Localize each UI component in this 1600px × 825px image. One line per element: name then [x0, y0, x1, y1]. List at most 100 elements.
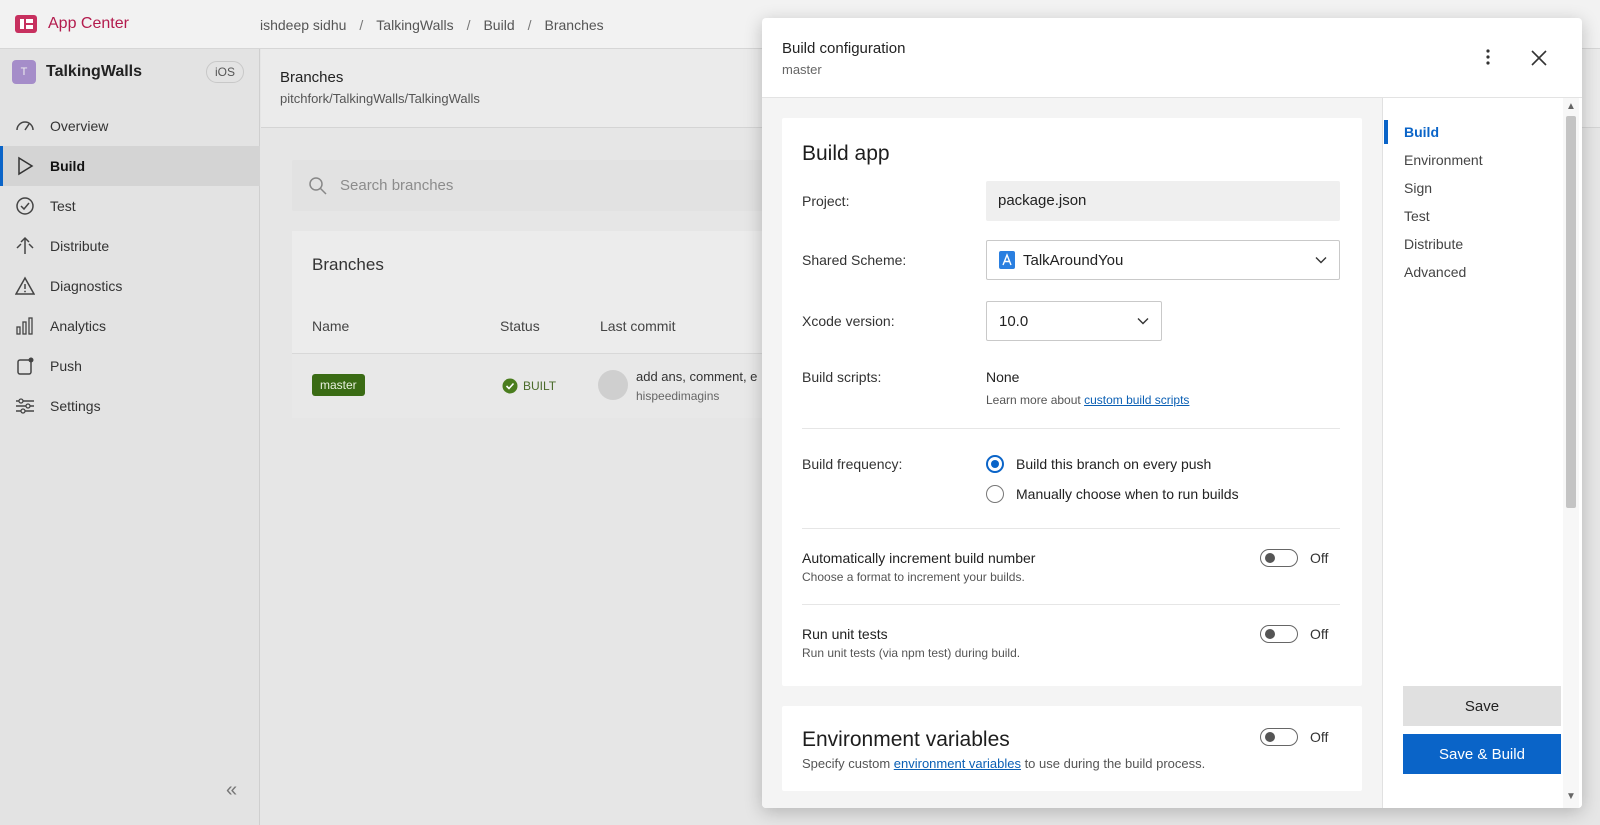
nav-advanced[interactable]: Advanced — [1384, 260, 1554, 284]
toggle-switch[interactable] — [1260, 625, 1298, 643]
sidebar-item-label: Analytics — [50, 318, 107, 334]
frequency-option-manual[interactable]: Manually choose when to run builds — [986, 485, 1239, 503]
radio-selected[interactable] — [986, 455, 1004, 473]
build-app-section: Build app Project: package.json Shared S… — [782, 118, 1362, 686]
scripts-label: Build scripts: — [802, 369, 882, 385]
sidebar: T TalkingWalls iOS Overview Build Test D… — [0, 49, 260, 825]
env-toggle[interactable]: Off — [1260, 728, 1328, 746]
toggle-state: Off — [1310, 729, 1329, 745]
sidebar-item-label: Test — [50, 198, 76, 214]
toggle-switch[interactable] — [1260, 728, 1298, 746]
bar-chart-icon — [14, 315, 36, 337]
breadcrumb-owner[interactable]: ishdeep sidhu — [260, 17, 346, 33]
nav-distribute[interactable]: Distribute — [1384, 232, 1554, 256]
scheme-value: TalkAroundYou — [1023, 251, 1124, 269]
radio-label: Manually choose when to run builds — [1016, 486, 1239, 502]
nav-environment[interactable]: Environment — [1384, 148, 1554, 172]
sidebar-item-test[interactable]: Test — [0, 186, 260, 226]
sliders-icon — [14, 395, 36, 417]
nav-test[interactable]: Test — [1384, 204, 1554, 228]
sidebar-nav: Overview Build Test Distribute Diagnosti… — [0, 106, 260, 426]
divider — [802, 428, 1340, 429]
app-avatar: T — [12, 60, 36, 84]
app-center-logo[interactable]: App Center — [14, 12, 129, 36]
breadcrumb: ishdeep sidhu / TalkingWalls / Build / B… — [260, 17, 604, 33]
scheme-label: Shared Scheme: — [802, 252, 907, 268]
custom-build-scripts-link[interactable]: custom build scripts — [1084, 393, 1189, 407]
sidebar-item-analytics[interactable]: Analytics — [0, 306, 260, 346]
search-icon — [309, 176, 327, 195]
scroll-down-icon[interactable]: ▼ — [1566, 791, 1576, 802]
sidebar-item-label: Push — [50, 358, 82, 374]
sidebar-item-diagnostics[interactable]: Diagnostics — [0, 266, 260, 306]
frequency-label: Build frequency: — [802, 456, 903, 472]
divider — [802, 604, 1340, 605]
search-placeholder: Search branches — [340, 177, 454, 194]
divider — [802, 528, 1340, 529]
nav-build[interactable]: Build — [1384, 120, 1554, 144]
scroll-up-icon[interactable]: ▲ — [1566, 101, 1576, 112]
repo-path: pitchfork/TalkingWalls/TalkingWalls — [280, 91, 480, 106]
build-configuration-panel: Build configuration master Build app Pro… — [762, 18, 1582, 808]
push-icon — [14, 355, 36, 377]
unit-tests-desc: Run unit tests (via npm test) during bui… — [802, 646, 1021, 660]
commit-message: add ans, comment, e — [636, 369, 758, 384]
breadcrumb-build[interactable]: Build — [483, 17, 514, 33]
sidebar-item-build[interactable]: Build — [0, 146, 260, 186]
table-row[interactable]: master BUILT add ans, comment, e hispeed… — [292, 353, 772, 418]
page-title: Branches — [280, 69, 344, 86]
panel-branch: master — [782, 62, 822, 77]
chevron-down-icon — [1137, 318, 1149, 325]
more-options-icon[interactable] — [1483, 48, 1493, 68]
sidebar-item-label: Settings — [50, 398, 101, 414]
app-selector[interactable]: T TalkingWalls iOS — [12, 59, 244, 85]
gauge-icon — [14, 115, 36, 137]
project-field: package.json — [986, 181, 1340, 221]
scripts-help: Learn more about custom build scripts — [986, 393, 1189, 407]
sidebar-item-overview[interactable]: Overview — [0, 106, 260, 146]
app-center-logo-icon — [15, 15, 37, 33]
unit-tests-toggle[interactable]: Off — [1260, 625, 1328, 643]
breadcrumb-separator: / — [466, 17, 471, 33]
close-icon[interactable] — [1529, 48, 1549, 68]
sidebar-item-push[interactable]: Push — [0, 346, 260, 386]
branch-tag[interactable]: master — [312, 374, 365, 396]
auto-increment-desc: Choose a format to increment your builds… — [802, 570, 1025, 584]
save-and-build-button[interactable]: Save & Build — [1403, 734, 1561, 774]
sidebar-item-distribute[interactable]: Distribute — [0, 226, 260, 266]
breadcrumb-app[interactable]: TalkingWalls — [376, 17, 453, 33]
section-title: Environment variables — [802, 728, 1010, 751]
xcode-app-icon — [999, 251, 1015, 269]
environment-variables-link[interactable]: environment variables — [894, 756, 1021, 771]
scheme-select[interactable]: TalkAroundYou — [986, 240, 1340, 280]
chevron-down-icon — [1315, 257, 1327, 264]
sidebar-item-label: Distribute — [50, 238, 110, 254]
xcode-select[interactable]: 10.0 — [986, 301, 1162, 341]
sidebar-item-label: Overview — [50, 118, 109, 134]
collapse-sidebar-icon[interactable]: « — [226, 779, 237, 802]
breadcrumb-separator: / — [527, 17, 532, 33]
column-header-status[interactable]: Status — [500, 318, 540, 334]
scrollbar[interactable]: ▲ ▼ — [1563, 98, 1579, 808]
save-button[interactable]: Save — [1403, 686, 1561, 726]
sidebar-item-label: Build — [50, 158, 85, 174]
sidebar-item-settings[interactable]: Settings — [0, 386, 260, 426]
unit-tests-title: Run unit tests — [802, 626, 888, 642]
brand-name: App Center — [48, 15, 129, 32]
nav-sign[interactable]: Sign — [1384, 176, 1554, 200]
column-header-last-commit[interactable]: Last commit — [600, 318, 675, 334]
warning-icon — [14, 275, 36, 297]
radio-unselected[interactable] — [986, 485, 1004, 503]
play-icon — [14, 155, 36, 177]
project-label: Project: — [802, 193, 850, 209]
commit-author: hispeedimagins — [636, 389, 720, 403]
column-header-name[interactable]: Name — [312, 318, 349, 334]
check-circle-icon — [502, 378, 518, 394]
panel-content[interactable]: Build app Project: package.json Shared S… — [762, 98, 1383, 808]
frequency-option-every-push[interactable]: Build this branch on every push — [986, 455, 1211, 473]
auto-increment-title: Automatically increment build number — [802, 550, 1036, 566]
search-input[interactable]: Search branches — [292, 160, 772, 211]
scrollbar-thumb[interactable] — [1566, 116, 1576, 508]
toggle-switch[interactable] — [1260, 549, 1298, 567]
auto-increment-toggle[interactable]: Off — [1260, 549, 1328, 567]
